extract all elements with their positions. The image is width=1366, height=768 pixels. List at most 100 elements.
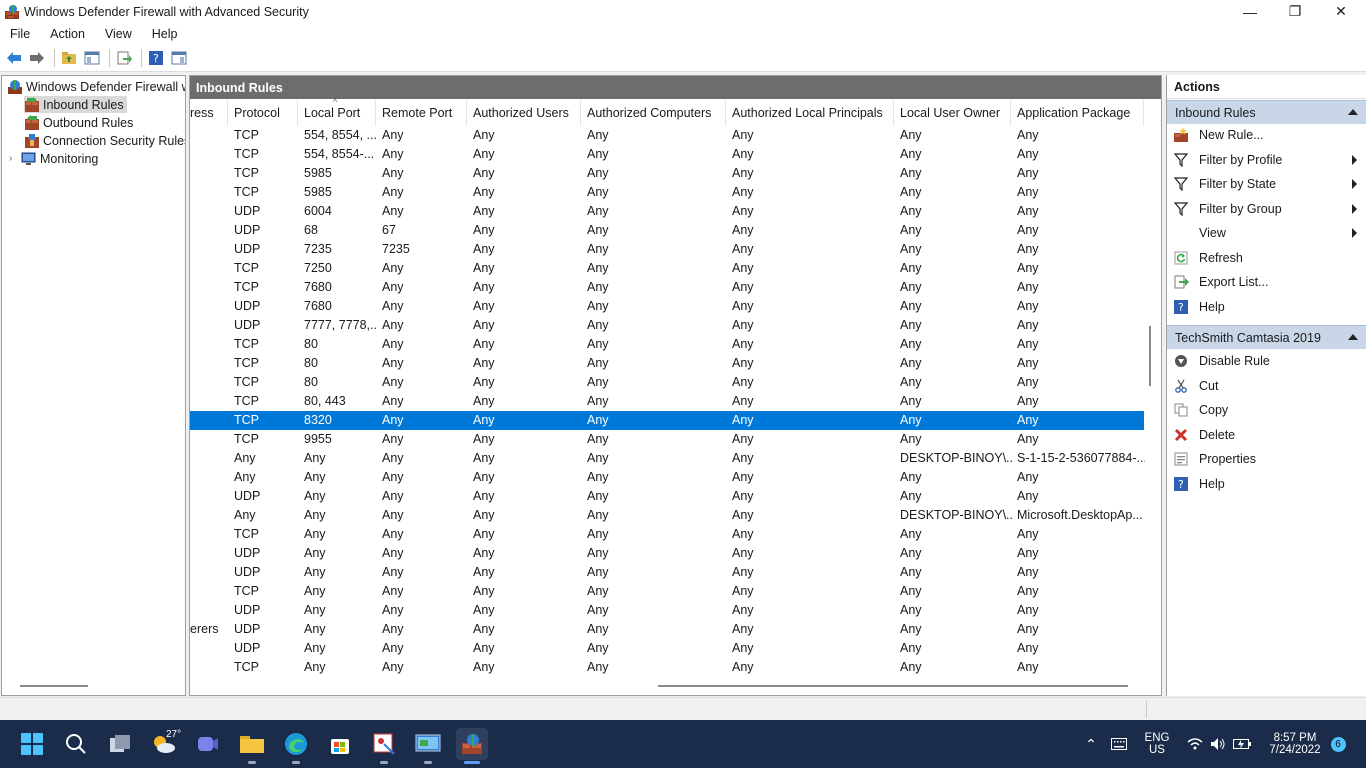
up-folder-button[interactable] xyxy=(59,48,79,68)
table-row[interactable]: UDP 7777, 7778,... Any Any Any Any Any Any xyxy=(190,316,1144,335)
table-row[interactable]: UDP 7680 Any Any Any Any Any Any xyxy=(190,297,1144,316)
battery-tray[interactable] xyxy=(1231,720,1253,768)
action-properties[interactable]: Properties xyxy=(1167,448,1366,470)
tree-item-connection-security-rules[interactable]: Connection Security Rules xyxy=(24,132,185,149)
table-row[interactable]: UDP 6004 Any Any Any Any Any Any xyxy=(190,202,1144,221)
column-header-application-package[interactable]: Application Package xyxy=(1011,100,1144,126)
firewall-taskbar-button[interactable] xyxy=(456,728,488,764)
column-header-authorized-computers[interactable]: Authorized Computers xyxy=(581,100,726,126)
teams-chat-button[interactable] xyxy=(192,728,224,760)
horizontal-scroll-thumb[interactable] xyxy=(658,685,1128,687)
help-button[interactable]: ? xyxy=(146,48,166,68)
tree-horizontal-scrollbar[interactable] xyxy=(20,685,88,687)
search-button[interactable] xyxy=(60,728,92,760)
close-button[interactable]: ✕ xyxy=(1318,0,1364,23)
table-row[interactable]: UDP 7235 7235 Any Any Any Any Any xyxy=(190,240,1144,259)
table-row[interactable]: TCP Any Any Any Any Any Any Any xyxy=(190,525,1144,544)
back-button[interactable] xyxy=(4,48,24,68)
action-disable-rule[interactable]: Disable Rule xyxy=(1167,350,1366,372)
file-explorer-button[interactable] xyxy=(236,728,268,764)
table-row[interactable]: Any Any Any Any Any Any Any Any xyxy=(190,468,1144,487)
table-row[interactable]: TCP Any Any Any Any Any Any Any xyxy=(190,582,1144,601)
tree-item-monitoring[interactable]: › Monitoring xyxy=(9,150,98,167)
column-header-authorized-users[interactable]: Authorized Users xyxy=(467,100,581,126)
table-row[interactable]: TCP 80 Any Any Any Any Any Any xyxy=(190,335,1144,354)
column-header-protocol[interactable]: Protocol xyxy=(228,100,298,126)
expand-chevron-icon[interactable]: › xyxy=(9,153,21,164)
volume-tray[interactable] xyxy=(1207,720,1229,768)
snipping-tool-button[interactable] xyxy=(368,728,400,764)
task-view-button[interactable] xyxy=(104,728,136,760)
column-header-remote-port[interactable]: Remote Port xyxy=(376,100,467,126)
language-indicator[interactable]: ENG US xyxy=(1136,720,1178,768)
notification-center[interactable]: 6 xyxy=(1330,720,1346,768)
column-header-authorized-local-principals[interactable]: Authorized Local Principals xyxy=(726,100,894,126)
column-header-address[interactable]: ress xyxy=(190,100,228,126)
show-hide-console-tree-button[interactable] xyxy=(82,48,102,68)
action-new-rule[interactable]: New Rule... xyxy=(1167,124,1366,146)
action-delete[interactable]: Delete xyxy=(1167,424,1366,446)
action-cut[interactable]: Cut xyxy=(1167,375,1366,397)
action-help[interactable]: ? Help xyxy=(1167,473,1366,495)
action-filter-by-state[interactable]: Filter by State xyxy=(1167,173,1366,195)
action-export-list[interactable]: Export List... xyxy=(1167,271,1366,293)
table-row[interactable]: TCP 5985 Any Any Any Any Any Any xyxy=(190,164,1144,183)
start-button[interactable] xyxy=(16,728,48,760)
action-filter-by-group[interactable]: Filter by Group xyxy=(1167,198,1366,220)
table-row[interactable]: TCP 8320 Any Any Any Any Any Any xyxy=(190,411,1144,430)
actions-group-selected-rule[interactable]: TechSmith Camtasia 2019 xyxy=(1167,325,1366,349)
forward-button[interactable] xyxy=(27,48,47,68)
action-refresh[interactable]: Refresh xyxy=(1167,247,1366,269)
menu-action[interactable]: Action xyxy=(40,27,95,41)
menu-file[interactable]: File xyxy=(0,27,40,41)
action-copy[interactable]: Copy xyxy=(1167,399,1366,421)
action-view[interactable]: View xyxy=(1167,222,1366,244)
table-row[interactable]: UDP Any Any Any Any Any Any Any xyxy=(190,544,1144,563)
table-row[interactable]: TCP 7680 Any Any Any Any Any Any xyxy=(190,278,1144,297)
table-row[interactable]: UDP Any Any Any Any Any Any Any xyxy=(190,487,1144,506)
tree-item-inbound-rules[interactable]: Inbound Rules xyxy=(24,96,127,113)
show-hide-action-pane-button[interactable] xyxy=(169,48,189,68)
table-row[interactable]: TCP 80 Any Any Any Any Any Any xyxy=(190,373,1144,392)
tree-item-outbound-rules[interactable]: Outbound Rules xyxy=(24,114,133,131)
menu-view[interactable]: View xyxy=(95,27,142,41)
control-panel-button[interactable] xyxy=(412,728,444,764)
table-row[interactable]: TCP Any Any Any Any Any Any Any xyxy=(190,658,1144,677)
collapse-icon[interactable] xyxy=(1348,334,1358,340)
vertical-scroll-thumb[interactable] xyxy=(1149,326,1151,386)
table-row[interactable]: erers UDP Any Any Any Any Any Any Any xyxy=(190,620,1144,639)
export-list-button[interactable] xyxy=(114,48,134,68)
table-row[interactable]: TCP 80, 443 Any Any Any Any Any Any xyxy=(190,392,1144,411)
keyboard-tray[interactable] xyxy=(1108,720,1130,768)
table-row[interactable]: TCP 80 Any Any Any Any Any Any xyxy=(190,354,1144,373)
table-row[interactable]: TCP 5985 Any Any Any Any Any Any xyxy=(190,183,1144,202)
actions-group-inbound-rules[interactable]: Inbound Rules xyxy=(1167,100,1366,124)
wifi-tray[interactable] xyxy=(1184,720,1206,768)
show-hidden-icons-chevron-icon[interactable]: ⌃ xyxy=(1080,720,1102,768)
vertical-scrollbar[interactable] xyxy=(1145,126,1155,678)
microsoft-store-button[interactable] xyxy=(324,728,356,760)
tree-root[interactable]: Windows Defender Firewall wi xyxy=(7,78,185,95)
table-row[interactable]: UDP Any Any Any Any Any Any Any xyxy=(190,639,1144,658)
action-filter-by-profile[interactable]: Filter by Profile xyxy=(1167,149,1366,171)
cell-local-port: 80 xyxy=(304,375,318,389)
cell-application-package: Any xyxy=(1017,337,1039,351)
table-row[interactable]: TCP 7250 Any Any Any Any Any Any xyxy=(190,259,1144,278)
clock[interactable]: 8:57 PM 7/24/2022 xyxy=(1260,720,1330,768)
minimize-button[interactable]: — xyxy=(1227,0,1273,23)
table-row[interactable]: TCP 9955 Any Any Any Any Any Any xyxy=(190,430,1144,449)
running-indicator xyxy=(248,761,256,764)
table-row[interactable]: Any Any Any Any Any Any DESKTOP-BINOY\... Micro… xyxy=(190,506,1144,525)
column-header-local-user-owner[interactable]: Local User Owner xyxy=(894,100,1011,126)
table-row[interactable]: UDP Any Any Any Any Any Any Any xyxy=(190,601,1144,620)
table-row[interactable]: UDP 68 67 Any Any Any Any Any xyxy=(190,221,1144,240)
table-row[interactable]: Any Any Any Any Any Any DESKTOP-BINOY\... S-1-1… xyxy=(190,449,1145,468)
action-help[interactable]: ? Help xyxy=(1167,296,1366,318)
table-row[interactable]: TCP 554, 8554, ... Any Any Any Any Any Any xyxy=(190,126,1144,145)
table-row[interactable]: UDP Any Any Any Any Any Any Any xyxy=(190,563,1144,582)
menu-help[interactable]: Help xyxy=(142,27,188,41)
table-row[interactable]: TCP 554, 8554-... Any Any Any Any Any Any xyxy=(190,145,1144,164)
maximize-button[interactable]: ❐ xyxy=(1272,0,1318,23)
collapse-icon[interactable] xyxy=(1348,109,1358,115)
edge-browser-button[interactable] xyxy=(280,728,312,764)
